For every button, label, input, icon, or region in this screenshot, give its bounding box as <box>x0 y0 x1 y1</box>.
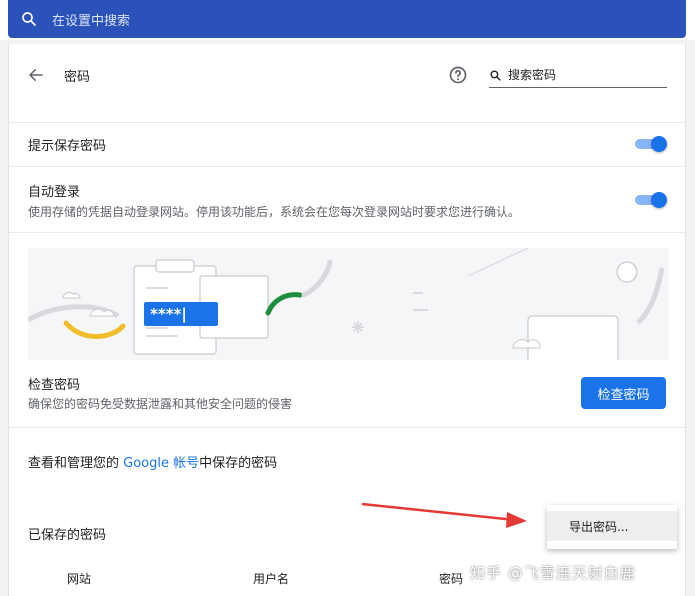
annotation-arrow <box>361 502 527 528</box>
watermark-text: 知乎 @飞雪连天射白鹿 <box>470 564 636 582</box>
